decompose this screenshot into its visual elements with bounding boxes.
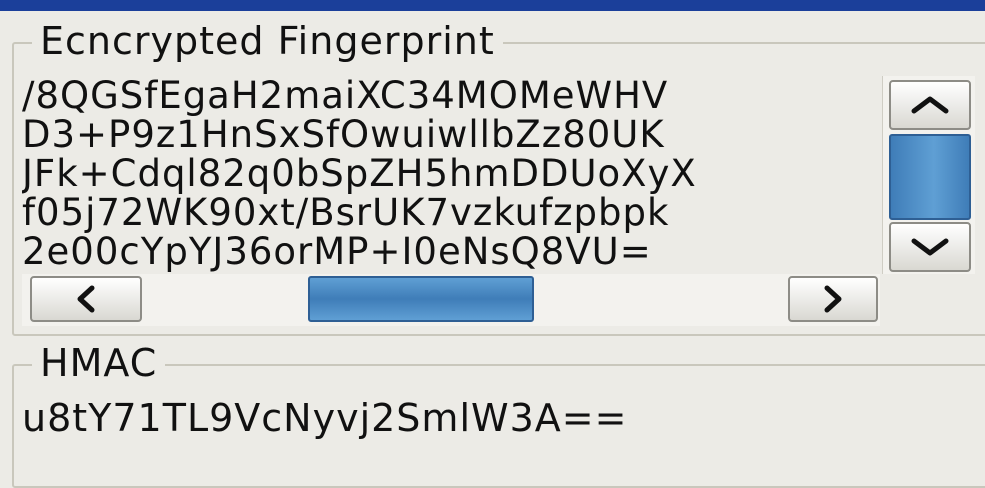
fingerprint-line: /8QGSfEgaH2maiXC34MOMeWHV [22, 76, 669, 117]
fingerprint-line: D3+P9z1HnSxSfOwuiwllbZz80UK [22, 113, 665, 156]
chevron-right-icon [824, 285, 842, 313]
scroll-up-button[interactable] [889, 80, 971, 130]
encrypted-fingerprint-legend: Ecncrypted Fingerprint [32, 20, 503, 62]
horizontal-scroll-thumb[interactable] [308, 276, 534, 322]
window-top-border [0, 0, 985, 11]
chevron-down-icon [911, 238, 949, 256]
vertical-scrollbar[interactable] [882, 76, 975, 274]
chevron-left-icon [77, 285, 95, 313]
chevron-up-icon [911, 96, 949, 114]
horizontal-scrollbar[interactable] [22, 274, 880, 326]
scroll-down-button[interactable] [889, 222, 971, 272]
fingerprint-line: f05j72WK90xt/BsrUK7vzkufzpbpk [22, 191, 670, 234]
scroll-right-button[interactable] [788, 276, 878, 322]
fingerprint-line: 2e00cYpYJ36orMP+I0eNsQ8VU= [22, 230, 652, 273]
hmac-value[interactable]: u8tY71TL9VcNyvj2SmlW3A== [22, 396, 627, 440]
scroll-left-button[interactable] [30, 276, 142, 322]
vertical-scroll-thumb[interactable] [889, 134, 971, 220]
encrypted-fingerprint-textarea[interactable]: /8QGSfEgaH2maiXC34MOMeWHV D3+P9z1HnSxSfO… [22, 76, 880, 274]
hmac-legend: HMAC [32, 342, 166, 384]
fingerprint-line: JFk+Cdql82q0bSpZH5hmDDUoXyX [22, 152, 697, 195]
